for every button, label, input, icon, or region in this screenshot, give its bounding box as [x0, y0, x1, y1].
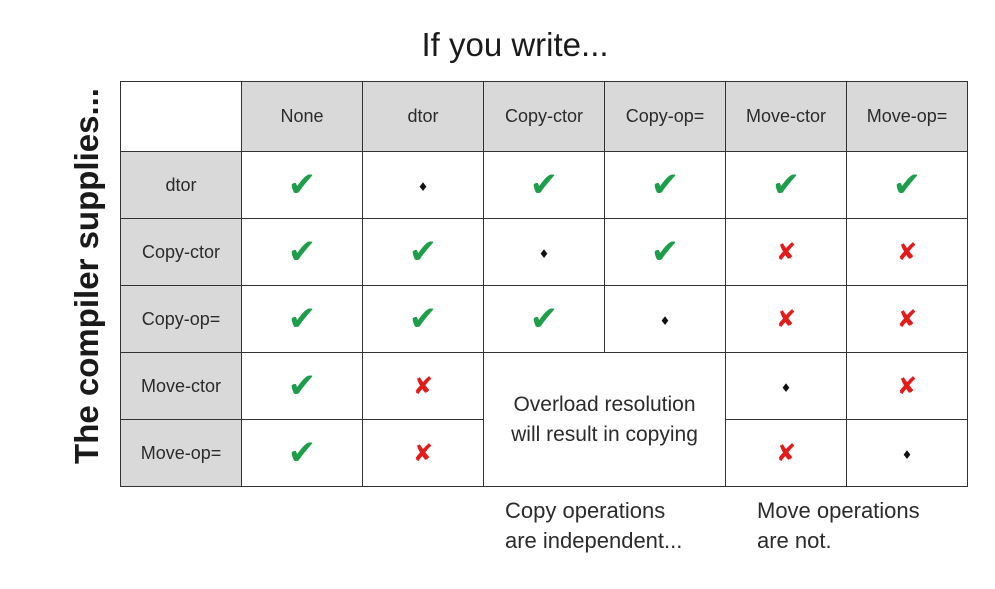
check-icon: ✔ [529, 299, 559, 339]
table-row-copy-ctor: Copy-ctor ✔ ✔ ♦ ✔ ✘ ✘ [120, 218, 968, 286]
column-header-move-op: Move-op= [846, 81, 968, 152]
cross-icon: ✘ [896, 304, 918, 333]
cell-cross: ✘ [725, 285, 847, 353]
cell-diamond: ♦ [846, 419, 968, 487]
cell-cross: ✘ [362, 352, 484, 420]
cell-check: ✔ [241, 285, 363, 353]
row-header-move-ctor: Move-ctor [120, 352, 242, 420]
cell-check: ✔ [362, 285, 484, 353]
corner-cell [120, 81, 242, 152]
cell-diamond: ♦ [483, 218, 605, 286]
row-header-copy-ctor: Copy-ctor [120, 218, 242, 286]
cell-check: ✔ [241, 151, 363, 219]
check-icon: ✔ [408, 232, 438, 272]
cross-icon: ✘ [896, 237, 918, 266]
row-header-copy-op: Copy-op= [120, 285, 242, 353]
column-header-move-ctor: Move-ctor [725, 81, 847, 152]
cell-check: ✔ [604, 151, 726, 219]
check-icon: ✔ [287, 299, 317, 339]
diamond-icon: ♦ [780, 380, 792, 395]
cell-diamond: ♦ [362, 151, 484, 219]
cell-check: ✔ [362, 218, 484, 286]
cell-cross: ✘ [846, 285, 968, 353]
check-icon: ✔ [529, 165, 559, 205]
header-row: None dtor Copy-ctor Copy-op= Move-ctor M… [120, 81, 968, 152]
check-icon: ✔ [771, 165, 801, 205]
column-header-none: None [241, 81, 363, 152]
cell-diamond: ♦ [604, 285, 726, 353]
check-icon: ✔ [287, 165, 317, 205]
check-icon: ✔ [287, 366, 317, 406]
column-header-copy-op: Copy-op= [604, 81, 726, 152]
move-operations-note: Move operations are not. [757, 498, 920, 553]
table-row-move-ctor: Move-ctor ✔ ✘ Overload resolution will r… [120, 352, 968, 487]
cross-icon: ✘ [775, 237, 797, 266]
cell-cross: ✘ [725, 419, 847, 487]
cell-cross: ✘ [725, 218, 847, 286]
check-icon: ✔ [650, 165, 680, 205]
side-title: The compiler supplies... [68, 88, 105, 464]
diamond-icon: ♦ [538, 246, 550, 261]
check-icon: ✔ [650, 232, 680, 272]
cross-icon: ✘ [775, 438, 797, 467]
rule-of-five-table: None dtor Copy-ctor Copy-op= Move-ctor M… [120, 81, 968, 487]
cell-check: ✔ [483, 151, 605, 219]
check-icon: ✔ [892, 165, 922, 205]
check-icon: ✔ [408, 299, 438, 339]
cross-icon: ✘ [412, 438, 434, 467]
cross-icon: ✘ [896, 371, 918, 400]
cell-check: ✔ [241, 218, 363, 286]
row-header-move-op: Move-op= [120, 419, 242, 487]
row-header-dtor: dtor [120, 151, 242, 219]
copy-operations-note: Copy operations are independent... [505, 498, 683, 553]
check-icon: ✔ [287, 433, 317, 473]
diamond-icon: ♦ [417, 179, 429, 194]
table-row-copy-op: Copy-op= ✔ ✔ ✔ ♦ ✘ ✘ [120, 285, 968, 353]
cross-icon: ✘ [412, 371, 434, 400]
top-title: If you write... [421, 26, 609, 63]
cell-check: ✔ [241, 419, 363, 487]
cell-cross: ✘ [846, 218, 968, 286]
overload-resolution-text: Overload resolution will result in copyi… [511, 392, 698, 446]
cell-check: ✔ [604, 218, 726, 286]
cross-icon: ✘ [775, 304, 797, 333]
check-icon: ✔ [287, 232, 317, 272]
table-row-dtor: dtor ✔ ♦ ✔ ✔ ✔ ✔ [120, 151, 968, 219]
cell-check: ✔ [241, 352, 363, 420]
cell-check: ✔ [725, 151, 847, 219]
diamond-icon: ♦ [901, 447, 913, 462]
cell-cross: ✘ [362, 419, 484, 487]
overload-resolution-cell: Overload resolution will result in copyi… [483, 352, 726, 487]
cell-check: ✔ [483, 285, 605, 353]
diamond-icon: ♦ [659, 313, 671, 328]
column-header-copy-ctor: Copy-ctor [483, 81, 605, 152]
cell-cross: ✘ [846, 352, 968, 420]
column-header-dtor: dtor [362, 81, 484, 152]
cell-check: ✔ [846, 151, 968, 219]
cell-diamond: ♦ [725, 352, 847, 420]
